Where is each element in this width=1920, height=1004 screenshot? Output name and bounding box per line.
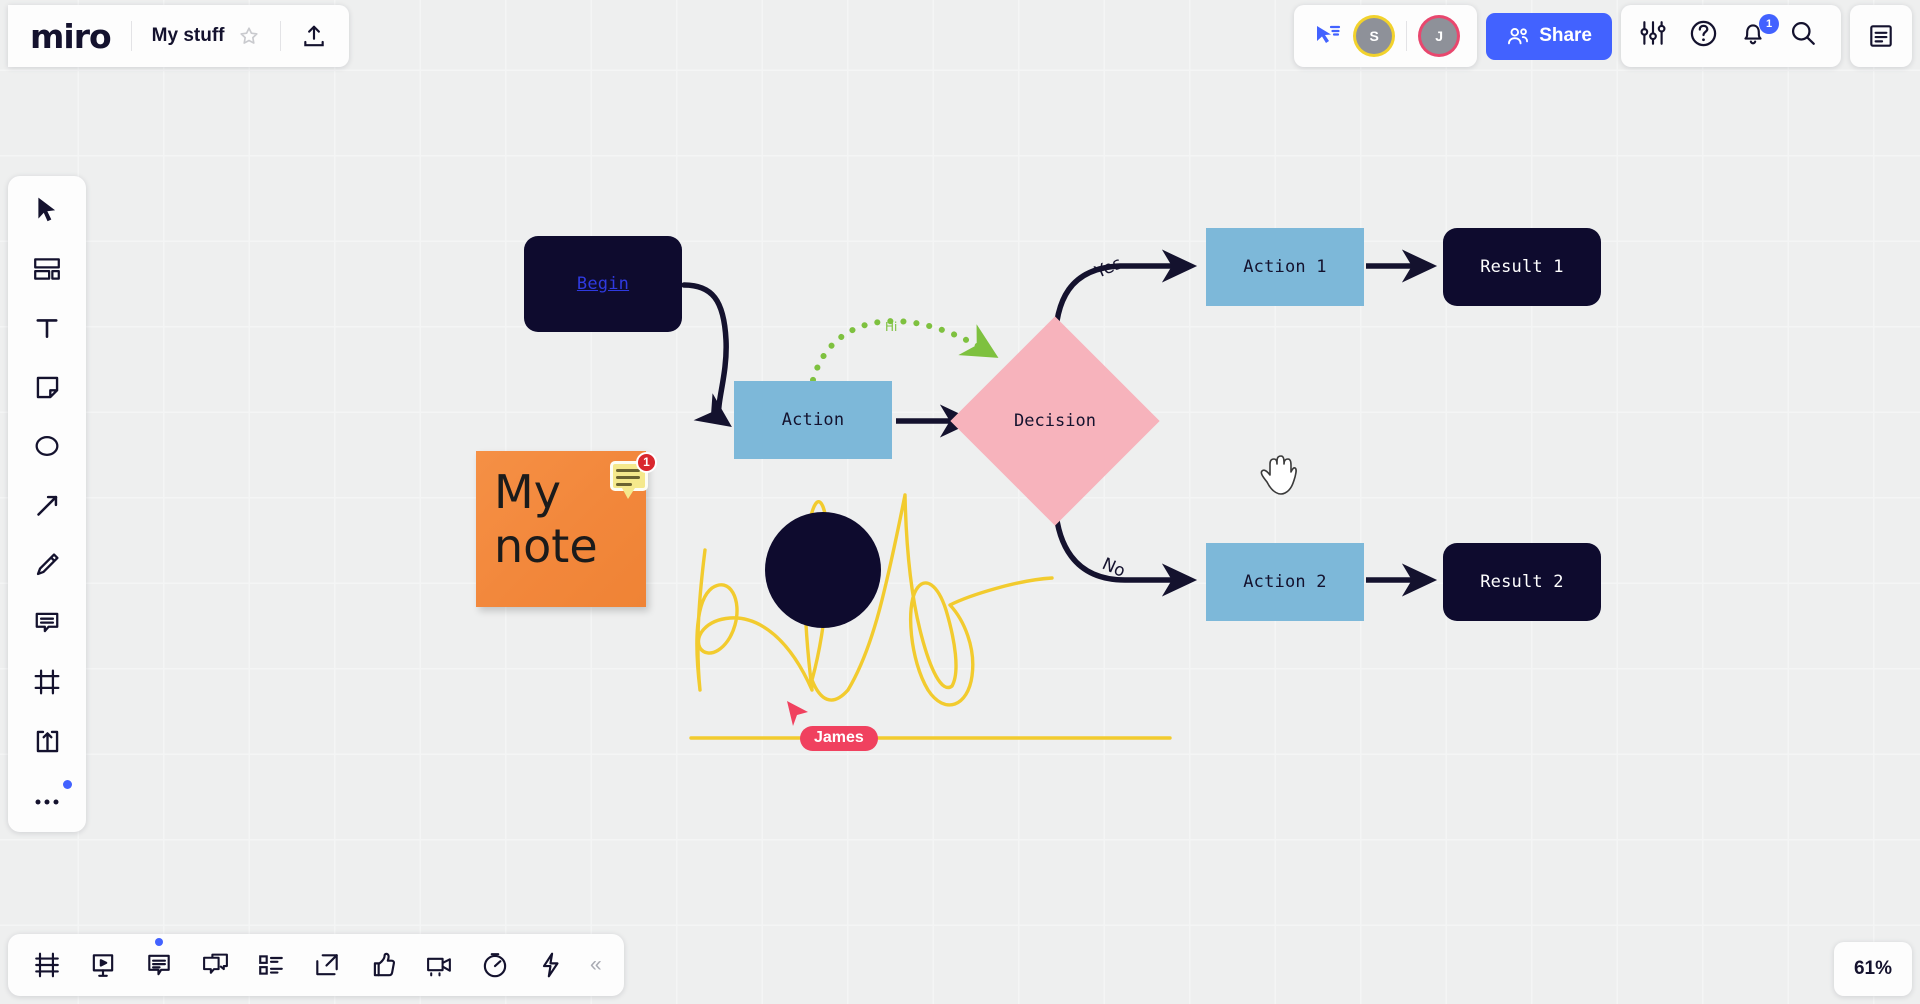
shape-result-2-label: Result 2: [1480, 572, 1564, 592]
shape-result-1-label: Result 1: [1480, 257, 1564, 277]
connector-begin-to-action: [681, 282, 732, 427]
select-tool[interactable]: [29, 192, 65, 228]
board-connectors-layer: [681, 249, 1438, 740]
miro-logo[interactable]: miro: [30, 17, 112, 56]
star-icon[interactable]: [238, 25, 260, 47]
help-question-icon[interactable]: [1689, 19, 1723, 53]
more-tools-dot: [63, 780, 72, 789]
freehand-hello-scribble[interactable]: [695, 493, 1054, 707]
shape-begin-label[interactable]: Begin: [577, 274, 629, 294]
creation-toolbar: [8, 176, 86, 832]
miro-board-app: My note 1 Begin Action Decision Action 1…: [0, 0, 1920, 1004]
timer[interactable]: [478, 948, 512, 982]
shape-decision[interactable]: Decision: [950, 316, 1160, 526]
sticky-note-my-note[interactable]: My note 1: [476, 451, 657, 607]
sticky-note-tool[interactable]: [29, 369, 65, 405]
more-tools[interactable]: [29, 780, 72, 818]
collaboration-toolbar: «: [8, 934, 624, 996]
comment-tool[interactable]: [29, 605, 65, 641]
board-header-right: S J Share 1: [1294, 5, 1912, 67]
sticky-note-line-1: My: [494, 465, 561, 519]
chat-panel[interactable]: [198, 948, 232, 982]
upload-tool[interactable]: [29, 723, 65, 759]
settings-sliders-icon[interactable]: [1639, 19, 1673, 53]
people-icon: [1506, 26, 1530, 46]
avatar[interactable]: S: [1356, 18, 1393, 54]
shape-action-2[interactable]: Action 2: [1206, 543, 1364, 621]
frames-panel[interactable]: [30, 948, 64, 982]
sticky-note-comment-indicator[interactable]: 1: [610, 452, 657, 499]
shape-action-1-label: Action 1: [1243, 257, 1327, 277]
shape-action-2-label: Action 2: [1243, 572, 1327, 592]
frame-tool[interactable]: [29, 664, 65, 700]
divider: [1406, 21, 1408, 51]
apps-integrations[interactable]: [534, 948, 568, 982]
notes-panel-icon[interactable]: [1850, 5, 1912, 67]
board-circle-shape[interactable]: [765, 512, 881, 628]
shape-result-2[interactable]: Result 2: [1443, 543, 1601, 621]
shape-begin[interactable]: Begin: [524, 236, 682, 332]
text-tool[interactable]: [29, 310, 65, 346]
sticky-note-line-2: note: [494, 519, 598, 574]
video-chat[interactable]: [422, 948, 456, 982]
shape-decision-label: Decision: [1014, 411, 1096, 431]
board-header-left: miro My stuff: [8, 5, 350, 67]
zoom-level-indicator[interactable]: 61%: [1834, 942, 1912, 996]
shape-action[interactable]: Action: [734, 381, 892, 459]
divider: [130, 21, 132, 51]
shapes-tool[interactable]: [29, 428, 65, 464]
connector-decision-yes: [1052, 249, 1198, 350]
header-utilities-group: 1: [1621, 5, 1841, 67]
comments-unread-dot: [155, 938, 163, 946]
upload-icon[interactable]: [301, 23, 327, 49]
comment-bubble-line: [616, 476, 640, 479]
connector-hi-dotted: [810, 318, 999, 383]
reactions[interactable]: [366, 948, 400, 982]
shape-result-1[interactable]: Result 1: [1443, 228, 1601, 306]
edge-label-hi: Hi: [885, 320, 898, 334]
avatar[interactable]: J: [1421, 18, 1458, 54]
comments-panel[interactable]: [142, 938, 176, 982]
board-canvas[interactable]: My note 1 Begin Action Decision Action 1…: [0, 0, 1920, 1004]
shape-action-label: Action: [781, 410, 845, 430]
pen-tool[interactable]: [29, 546, 65, 582]
share-button-label: Share: [1539, 25, 1592, 46]
notifications-bell-icon[interactable]: 1: [1739, 14, 1779, 53]
collaborators-group: S J: [1294, 5, 1478, 67]
collapse-toolbar-button[interactable]: «: [590, 953, 602, 977]
search-icon[interactable]: [1789, 19, 1823, 53]
presentation-mode[interactable]: [86, 948, 120, 982]
board-title[interactable]: My stuff: [152, 25, 225, 47]
templates-tool[interactable]: [29, 251, 65, 287]
cursor-share-icon[interactable]: [1314, 24, 1342, 48]
screen-share[interactable]: [310, 948, 344, 982]
voting-panel[interactable]: [254, 948, 288, 982]
comment-count-badge: 1: [636, 452, 657, 473]
divider: [280, 21, 282, 51]
share-button[interactable]: Share: [1486, 12, 1612, 60]
connection-line-tool[interactable]: [29, 487, 65, 523]
comment-bubble-line: [616, 469, 640, 472]
notification-count-badge: 1: [1759, 14, 1779, 34]
comment-bubble-line: [616, 483, 632, 486]
shape-action-1[interactable]: Action 1: [1206, 228, 1364, 306]
